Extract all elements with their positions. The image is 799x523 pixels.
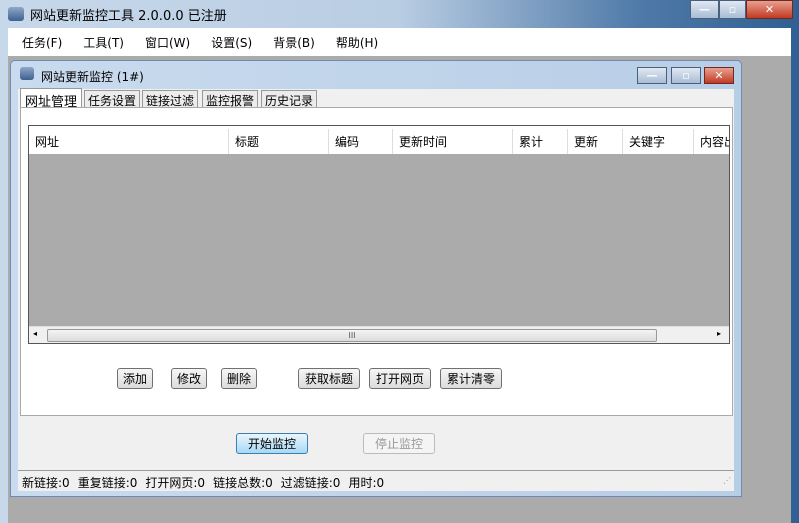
column-update[interactable]: 更新 bbox=[568, 129, 623, 154]
main-window: 网站更新监控工具 2.0.0.0 已注册 — ▫ ✕ 任务(F) 工具(T) 窗… bbox=[0, 0, 799, 523]
child-minimize-button[interactable]: — bbox=[637, 67, 667, 84]
status-total-links: 链接总数:0 bbox=[213, 476, 273, 490]
status-filtered-links: 过滤链接:0 bbox=[280, 476, 341, 490]
menu-tools[interactable]: 工具(T) bbox=[83, 34, 124, 51]
url-list[interactable]: 网址 标题 编码 更新时间 累计 更新 关键字 内容出 ◂ III ▸ bbox=[28, 125, 730, 344]
column-keyword[interactable]: 关键字 bbox=[623, 129, 694, 154]
close-button[interactable]: ✕ bbox=[746, 0, 793, 19]
scroll-left-icon[interactable]: ◂ bbox=[33, 329, 37, 338]
child-title: 网站更新监控 (1#) bbox=[41, 70, 144, 84]
delete-button[interactable]: 删除 bbox=[221, 368, 257, 389]
menu-bar: 任务(F) 工具(T) 窗口(W) 设置(S) 背景(B) 帮助(H) bbox=[8, 28, 791, 56]
resize-grip-icon[interactable]: ⋰ bbox=[723, 476, 731, 485]
column-url[interactable]: 网址 bbox=[29, 129, 229, 154]
column-update-time[interactable]: 更新时间 bbox=[393, 129, 513, 154]
status-bar: 新链接:0 重复链接:0 打开网页:0 链接总数:0 过滤链接:0 用时:0 ⋰ bbox=[18, 470, 734, 491]
menu-window[interactable]: 窗口(W) bbox=[145, 34, 190, 51]
tab-task-settings[interactable]: 任务设置 bbox=[84, 90, 141, 108]
minimize-button[interactable]: — bbox=[690, 0, 719, 19]
tab-monitor-alarm[interactable]: 监控报警 bbox=[202, 90, 259, 108]
child-icon bbox=[20, 67, 34, 80]
status-new-links: 新链接:0 bbox=[22, 476, 70, 490]
status-elapsed: 用时:0 bbox=[348, 476, 385, 490]
column-title[interactable]: 标题 bbox=[229, 129, 329, 154]
tab-url-management[interactable]: 网址管理 bbox=[20, 88, 83, 110]
status-opened-pages: 打开网页:0 bbox=[145, 476, 206, 490]
window-title: 网站更新监控工具 2.0.0.0 已注册 bbox=[30, 9, 227, 24]
child-close-button[interactable]: ✕ bbox=[704, 67, 734, 84]
column-total[interactable]: 累计 bbox=[513, 129, 568, 154]
menu-help[interactable]: 帮助(H) bbox=[336, 34, 378, 51]
child-window: 网站更新监控 (1#) — ▫ ✕ 网址管理 任务设置 链接过滤 监控报警 历史… bbox=[10, 60, 742, 497]
scroll-right-icon[interactable]: ▸ bbox=[717, 329, 721, 338]
tab-panel: 网址 标题 编码 更新时间 累计 更新 关键字 内容出 ◂ III ▸ bbox=[20, 107, 733, 416]
menu-task[interactable]: 任务(F) bbox=[22, 34, 62, 51]
maximize-button[interactable]: ▫ bbox=[719, 0, 746, 19]
tab-link-filter[interactable]: 链接过滤 bbox=[142, 90, 199, 108]
horizontal-scrollbar[interactable]: ◂ III ▸ bbox=[29, 326, 729, 343]
column-content[interactable]: 内容出 bbox=[694, 129, 729, 154]
column-encoding[interactable]: 编码 bbox=[329, 129, 393, 154]
status-duplicate-links: 重复链接:0 bbox=[77, 476, 138, 490]
start-monitor-button[interactable]: 开始监控 bbox=[236, 433, 308, 454]
add-button[interactable]: 添加 bbox=[117, 368, 153, 389]
list-header: 网址 标题 编码 更新时间 累计 更新 关键字 内容出 bbox=[29, 126, 729, 154]
tab-history[interactable]: 历史记录 bbox=[261, 90, 318, 108]
edit-button[interactable]: 修改 bbox=[171, 368, 207, 389]
app-icon bbox=[8, 7, 24, 21]
get-title-button[interactable]: 获取标题 bbox=[298, 368, 360, 389]
stop-monitor-button: 停止监控 bbox=[363, 433, 435, 454]
menu-settings[interactable]: 设置(S) bbox=[211, 34, 252, 51]
scroll-thumb[interactable]: III bbox=[47, 329, 657, 342]
child-maximize-button[interactable]: ▫ bbox=[671, 67, 701, 84]
child-client: 网址管理 任务设置 链接过滤 监控报警 历史记录 网址 标题 编码 更新时间 累… bbox=[18, 88, 734, 491]
menu-background[interactable]: 背景(B) bbox=[273, 34, 315, 51]
open-page-button[interactable]: 打开网页 bbox=[369, 368, 431, 389]
reset-count-button[interactable]: 累计清零 bbox=[440, 368, 502, 389]
